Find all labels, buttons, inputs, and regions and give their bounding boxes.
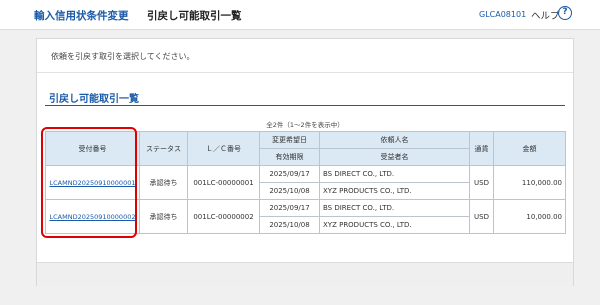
header-receipt-no: 受付番号 <box>45 131 140 166</box>
header-currency: 通貨 <box>469 131 494 166</box>
header-status: ステータス <box>139 131 188 166</box>
receipt-no-cell: LCAMND20250910000002 <box>45 199 140 234</box>
beneficiary-cell: XYZ PRODUCTS CO., LTD. <box>319 216 470 234</box>
amount-cell: 10,000.00 <box>493 199 566 234</box>
table-row: LCAMND20250910000002 承認待ち 001LC-00000002… <box>45 199 566 234</box>
header-expiry-date: 有効期限 <box>259 148 320 166</box>
top-header: 輸入信用状条件変更 引戻し可能取引一覧 GLCA08101 ヘルプ ? <box>0 0 600 30</box>
header-amount: 金額 <box>493 131 566 166</box>
receipt-no-link[interactable]: LCAMND20250910000001 <box>50 179 136 187</box>
help-link[interactable]: ヘルプ <box>531 8 560 22</box>
desired-change-date-cell: 2025/09/17 <box>259 165 320 183</box>
receipt-no-cell: LCAMND20250910000001 <box>45 165 140 200</box>
expiry-date-cell: 2025/10/08 <box>259 182 320 200</box>
status-cell: 承認待ち <box>139 199 188 234</box>
lc-no-cell: 001LC-00000002 <box>187 199 260 234</box>
expiry-date-cell: 2025/10/08 <box>259 216 320 234</box>
breadcrumb-parent[interactable]: 輸入信用状条件変更 <box>34 8 129 23</box>
header-beneficiary: 受益者名 <box>319 148 470 166</box>
receipt-no-link[interactable]: LCAMND20250910000002 <box>50 213 136 221</box>
header-applicant: 依頼人名 <box>319 131 470 149</box>
status-cell: 承認待ち <box>139 165 188 200</box>
table-row: LCAMND20250910000001 承認待ち 001LC-00000001… <box>45 165 566 200</box>
section-title: 引戻し可能取引一覧 <box>49 94 139 105</box>
amount-cell: 110,000.00 <box>493 165 566 200</box>
result-count: 全2件（1～2件を表示中） <box>266 121 344 129</box>
transaction-table: 受付番号 ステータス Ｌ／Ｃ番号 変更希望日 依頼人名 通貨 金額 有効期限 受… <box>45 131 566 234</box>
help-icon[interactable]: ? <box>558 6 572 20</box>
screen-id: GLCA08101 <box>479 10 527 19</box>
header-desired-change-date: 変更希望日 <box>259 131 320 149</box>
section-title-underline <box>45 105 565 106</box>
page-title: 引戻し可能取引一覧 <box>147 10 242 22</box>
header-lc-no: Ｌ／Ｃ番号 <box>187 131 260 166</box>
instruction-text: 依頼を引戻す取引を選択してください。 <box>51 52 195 61</box>
desired-change-date-cell: 2025/09/17 <box>259 199 320 217</box>
table-header-row: 受付番号 ステータス Ｌ／Ｃ番号 変更希望日 依頼人名 通貨 金額 <box>45 131 566 166</box>
beneficiary-cell: XYZ PRODUCTS CO., LTD. <box>319 182 470 200</box>
lc-no-cell: 001LC-00000001 <box>187 165 260 200</box>
applicant-cell: BS DIRECT CO., LTD. <box>319 165 470 183</box>
applicant-cell: BS DIRECT CO., LTD. <box>319 199 470 217</box>
main-panel: 依頼を引戻す取引を選択してください。 引戻し可能取引一覧 全2件（1～2件を表示… <box>36 38 574 286</box>
currency-cell: USD <box>469 199 494 234</box>
divider <box>37 72 573 73</box>
footer-bar <box>37 262 573 286</box>
currency-cell: USD <box>469 165 494 200</box>
